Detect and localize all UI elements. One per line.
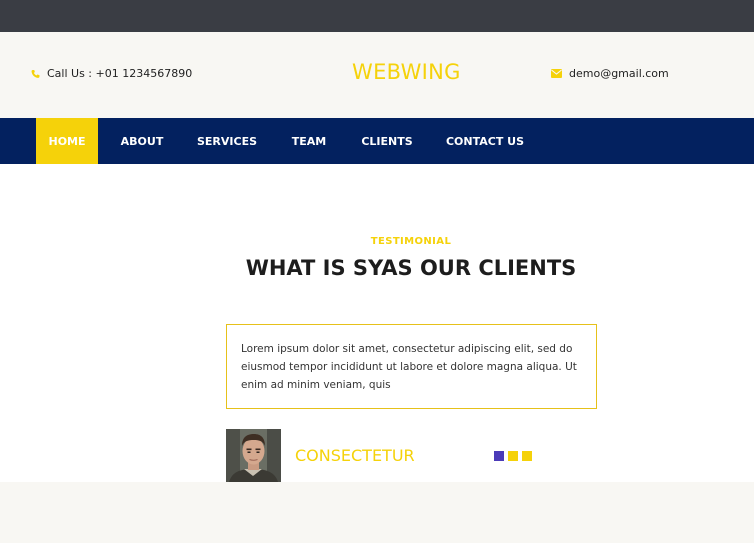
client-name: CONSECTETUR xyxy=(295,446,415,465)
testimonial-quote: Lorem ipsum dolor sit amet, consectetur … xyxy=(241,343,577,391)
slider-dot-3[interactable] xyxy=(522,451,532,461)
slider-dots xyxy=(494,451,532,461)
nav-contact-us[interactable]: CONTACT US xyxy=(439,118,531,164)
section-subtitle: TESTIMONIAL xyxy=(370,236,452,247)
phone-icon xyxy=(31,69,40,79)
slider-dot-1[interactable] xyxy=(494,451,504,461)
envelope-icon xyxy=(551,69,562,78)
client-avatar xyxy=(226,429,281,482)
nav-services[interactable]: SERVICES xyxy=(189,118,265,164)
site-logo[interactable]: WEBWING xyxy=(352,60,461,84)
section-title: WHAT IS SYAS OUR CLIENTS xyxy=(245,256,577,280)
nav-home[interactable]: HOME xyxy=(36,118,98,164)
nav-about[interactable]: ABOUT xyxy=(112,118,172,164)
testimonial-quote-box: Lorem ipsum dolor sit amet, consectetur … xyxy=(226,324,597,409)
top-bar xyxy=(0,0,754,32)
main-nav: HOME ABOUT SERVICES TEAM CLIENTS CONTACT… xyxy=(0,118,754,164)
site-header: Call Us : +01 1234567890 WEBWING demo@gm… xyxy=(0,32,754,118)
email-text: demo@gmail.com xyxy=(569,67,669,80)
slider-dot-2[interactable] xyxy=(508,451,518,461)
header-email[interactable]: demo@gmail.com xyxy=(551,67,669,80)
nav-team[interactable]: TEAM xyxy=(283,118,335,164)
footer-band xyxy=(0,482,754,543)
phone-text: Call Us : +01 1234567890 xyxy=(47,67,193,80)
nav-clients[interactable]: CLIENTS xyxy=(353,118,421,164)
header-phone[interactable]: Call Us : +01 1234567890 xyxy=(31,67,192,80)
